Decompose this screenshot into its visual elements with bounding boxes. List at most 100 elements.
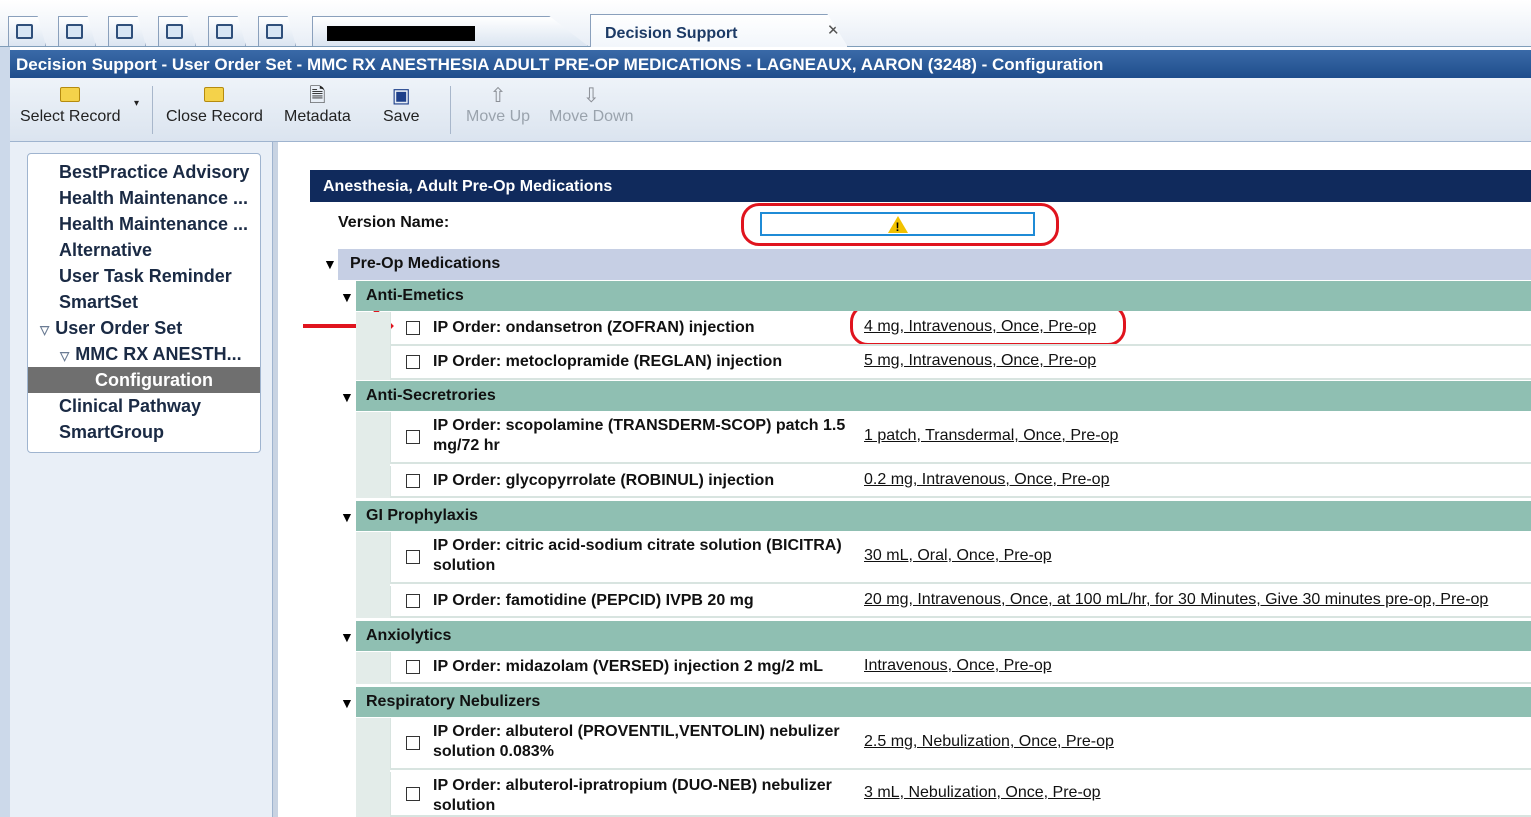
save-button[interactable]: ▣ Save [383,84,419,126]
select-record-dropdown-icon[interactable]: ▾ [134,98,139,109]
move-down-button[interactable]: ⇩ Move Down [549,84,633,126]
mail-icon [265,24,283,39]
nav-item-user-task-reminder[interactable]: User Task Reminder [28,263,260,289]
order-sig-link[interactable]: 30 mL, Oral, Once, Pre-op [864,547,1052,565]
collapse-arrow-icon[interactable]: ▼ [340,695,354,711]
redacted-patient-tab[interactable] [312,16,588,46]
arrow-up-icon: ⇧ [489,85,507,107]
order-row: IP Order: albuterol-ipratropium (DUO-NEB… [390,772,1531,817]
metadata-button[interactable]: 🗎 Metadata [284,84,351,126]
mail-tab[interactable] [258,16,296,46]
order-name: IP Order: ondansetron (ZOFRAN) injection [433,319,755,336]
floppy-disk-icon: ▣ [391,85,411,107]
order-sig-link[interactable]: 1 patch, Transdermal, Once, Pre-op [864,427,1118,445]
nav-item-health-maintenance-1[interactable]: Health Maintenance ... [28,185,260,211]
order-set-header: Anesthesia, Adult Pre-Op Medications [310,170,1531,202]
order-checkbox[interactable] [406,550,420,564]
collapse-arrow-icon[interactable]: ▼ [340,629,354,645]
select-record-button[interactable]: Select Record [20,84,121,126]
expand-triangle-icon[interactable]: ▽ [60,349,69,363]
section-pre-op-medications[interactable]: Pre-Op Medications [338,249,1531,280]
order-name: IP Order: metoclopramide (REGLAN) inject… [433,353,783,370]
order-indent-gutter [356,532,390,618]
nav-label: MMC RX ANESTH... [75,344,242,364]
chart-tab[interactable] [108,16,146,46]
order-name: IP Order: glycopyrrolate (ROBINUL) injec… [433,472,775,489]
nav-item-clinical-pathway[interactable]: Clinical Pathway [28,393,260,419]
order-name: IP Order: citric acid-sodium citrate sol… [433,537,842,574]
close-record-button[interactable]: Close Record [166,84,263,126]
collapse-arrow-icon[interactable]: ▼ [340,389,354,405]
order-row: IP Order: famotidine (PEPCID) IVPB 20 mg… [390,586,1531,618]
nav-item-smartset[interactable]: SmartSet [28,289,260,315]
nav-item-smartgroup[interactable]: SmartGroup [28,419,260,445]
move-down-label: Move Down [549,108,634,125]
expand-triangle-icon[interactable]: ▽ [40,323,49,337]
nav-label: User Order Set [55,318,183,338]
order-sig-link[interactable]: 5 mg, Intravenous, Once, Pre-op [864,352,1096,370]
order-checkbox[interactable] [406,660,420,674]
order-row: IP Order: albuterol (PROVENTIL,VENTOLIN)… [390,718,1531,770]
order-sig-link[interactable]: 0.2 mg, Intravenous, Once, Pre-op [864,471,1109,489]
order-indent-gutter [356,652,390,684]
toolbar: Select Record ▾ Close Record 🗎 Metadata … [10,78,1531,142]
order-group-header[interactable]: GI Prophylaxis [356,501,1531,531]
computer-tab[interactable] [58,16,96,46]
order-sig-link[interactable]: 20 mg, Intravenous, Once, at 100 mL/hr, … [864,591,1488,609]
tab-strip: Decision Support ✕ [0,0,1531,47]
tab-decision-support[interactable]: Decision Support ✕ [590,14,848,47]
nav-item-user-order-set[interactable]: ▽ User Order Set [28,315,260,341]
order-checkbox[interactable] [406,474,420,488]
home-tab[interactable] [8,16,46,46]
move-up-label: Move Up [466,108,531,125]
collapse-arrow-icon[interactable]: ▼ [340,289,354,305]
folder-open-icon [20,84,121,108]
nav-item-bestpractice-advisory[interactable]: BestPractice Advisory [28,159,260,185]
nav-item-health-maintenance-2[interactable]: Health Maintenance ... [28,211,260,237]
order-name: IP Order: scopolamine (TRANSDERM-SCOP) p… [433,417,846,454]
order-row: IP Order: ondansetron (ZOFRAN) injection… [390,312,1531,346]
clipboard-icon [165,24,183,39]
order-checkbox[interactable] [406,430,420,444]
metadata-icon: 🗎 [309,85,326,107]
order-sig-link[interactable]: Intravenous, Once, Pre-op [864,657,1052,675]
order-group-header[interactable]: Anti-Emetics [356,281,1531,311]
collapse-arrow-icon[interactable]: ▼ [323,256,337,272]
order-name: IP Order: midazolam (VERSED) injection 2… [433,658,824,675]
move-up-button[interactable]: ⇧ Move Up [466,84,530,126]
order-row: IP Order: citric acid-sodium citrate sol… [390,532,1531,584]
order-checkbox[interactable] [406,321,420,335]
activity-nav: BestPractice Advisory Health Maintenance… [27,153,261,453]
arrow-down-icon: ⇩ [582,85,600,107]
window-frame-left [0,47,10,817]
folder-close-icon [166,84,263,108]
report-tab[interactable] [208,16,246,46]
computer-icon [65,24,83,39]
metadata-label: Metadata [284,108,351,125]
order-group-header[interactable]: Respiratory Nebulizers [356,687,1531,717]
order-group-header[interactable]: Anxiolytics [356,621,1531,651]
clipboard-tab[interactable] [158,16,196,46]
order-indent-gutter [356,312,390,380]
order-row: IP Order: glycopyrrolate (ROBINUL) injec… [390,466,1531,498]
nav-item-configuration[interactable]: Configuration [28,367,260,393]
order-row: IP Order: metoclopramide (REGLAN) inject… [390,346,1531,380]
nav-item-mmc-rx-anesth[interactable]: ▽ MMC RX ANESTH... [28,341,260,367]
close-tab-icon[interactable]: ✕ [827,21,840,39]
save-label: Save [383,108,420,125]
order-checkbox[interactable] [406,736,420,750]
order-checkbox[interactable] [406,355,420,369]
order-group-header[interactable]: Anti-Secretrories [356,381,1531,411]
order-checkbox[interactable] [406,594,420,608]
order-name: IP Order: albuterol (PROVENTIL,VENTOLIN)… [433,723,840,760]
order-indent-gutter [356,412,390,498]
collapse-arrow-icon[interactable]: ▼ [340,509,354,525]
report-icon [215,24,233,39]
order-sig-link[interactable]: 2.5 mg, Nebulization, Once, Pre-op [864,733,1114,751]
order-sig-link[interactable]: 4 mg, Intravenous, Once, Pre-op [864,318,1096,336]
toolbar-separator [152,86,153,134]
order-sig-link[interactable]: 3 mL, Nebulization, Once, Pre-op [864,784,1101,802]
nav-item-alternative[interactable]: Alternative [28,237,260,263]
order-indent-gutter [356,718,390,817]
order-checkbox[interactable] [406,787,420,801]
